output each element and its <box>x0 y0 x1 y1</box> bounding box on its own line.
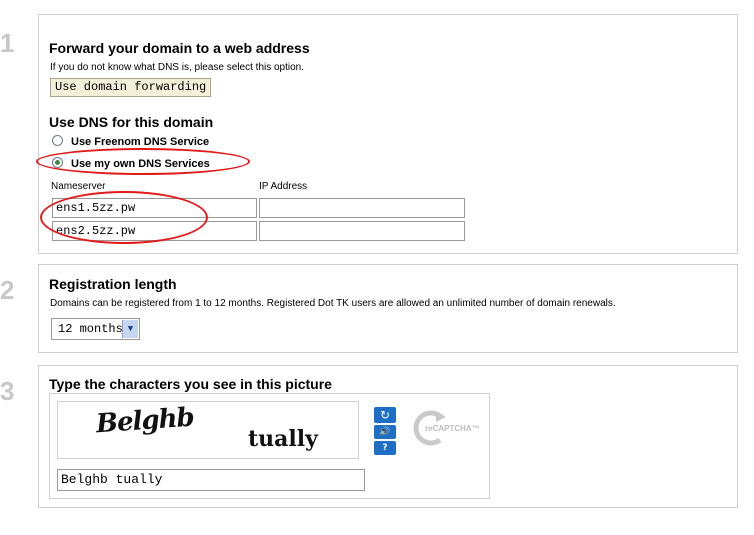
ip-address-1-input[interactable] <box>259 198 465 218</box>
freenom-dns-radio[interactable] <box>52 135 63 146</box>
help-icon[interactable]: ? <box>374 441 396 455</box>
step-number-2: 2 <box>0 275 15 305</box>
registration-length-select[interactable]: 12 months ▼ <box>51 318 140 340</box>
use-domain-forwarding-button[interactable]: Use domain forwarding <box>50 78 212 97</box>
audio-icon[interactable]: 🔊 <box>374 425 396 439</box>
ip-address-2-input[interactable] <box>259 221 465 241</box>
chevron-down-icon[interactable]: ▼ <box>122 320 138 338</box>
captcha-image: Belghb tually <box>57 401 359 459</box>
registration-hint: Domains can be registered from 1 to 12 m… <box>50 298 616 309</box>
step-number-1: 1 <box>0 28 15 58</box>
forwarding-hint: If you do not know what DNS is, please s… <box>50 62 305 73</box>
captcha-response-input[interactable]: Belghb tually <box>57 469 365 491</box>
refresh-icon[interactable]: ↻ <box>374 407 396 423</box>
annotation-ellipse-nameservers <box>40 191 208 244</box>
dns-title: Use DNS for this domain <box>49 114 214 130</box>
registration-title: Registration length <box>49 276 177 292</box>
nameserver-column-header: Nameserver <box>51 181 106 192</box>
captcha-title: Type the characters you see in this pict… <box>49 376 332 392</box>
captcha-word-1: Belghb <box>95 402 195 440</box>
step-number-3: 3 <box>0 376 15 406</box>
ip-address-column-header: IP Address <box>259 181 308 192</box>
registration-length-value: 12 months <box>58 322 123 336</box>
annotation-ellipse-own-dns <box>36 148 250 175</box>
forwarding-title: Forward your domain to a web address <box>49 40 310 56</box>
recaptcha-logo-text: reCAPTCHA™ <box>425 424 480 433</box>
freenom-dns-label[interactable]: Use Freenom DNS Service <box>71 136 209 148</box>
captcha-word-2: tually <box>248 426 318 452</box>
